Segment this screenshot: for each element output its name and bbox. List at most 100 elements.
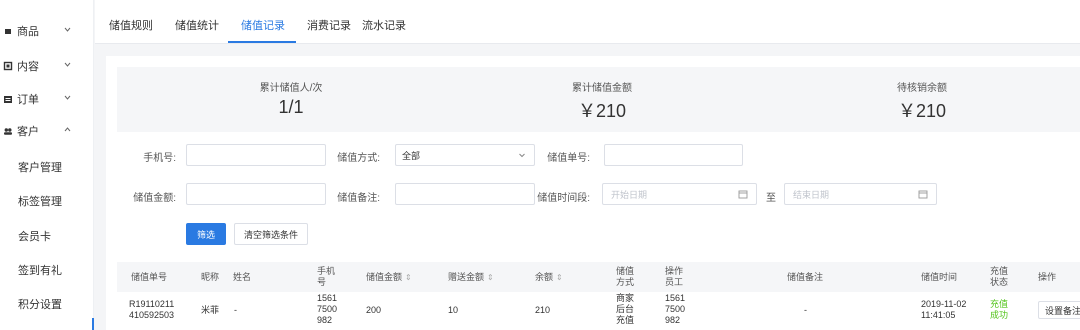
header-gift[interactable]: 赠送金额 ⇕ xyxy=(448,272,494,283)
sidebar-item-points-settings[interactable]: 积分设置 xyxy=(0,289,94,319)
sidebar-group-content[interactable]: 内容 xyxy=(0,56,94,76)
method-label: 储值方式: xyxy=(337,153,380,164)
cell-operator-line2: 7500 xyxy=(665,304,686,314)
order-no-input[interactable] xyxy=(604,144,743,166)
header-time: 储值时间 xyxy=(921,272,958,282)
chevron-down-icon xyxy=(63,25,72,34)
amount-label: 储值金额: xyxy=(133,193,176,204)
header-nickname: 昵称 xyxy=(201,272,220,282)
sidebar-group-label: 订单 xyxy=(17,94,39,106)
header-method: 储值 方式 xyxy=(616,266,634,288)
cell-method-line2: 后台 xyxy=(616,304,635,314)
calendar-icon xyxy=(738,189,748,199)
sort-icon[interactable]: ⇕ xyxy=(405,272,412,283)
stat-value: ￥210 xyxy=(897,101,947,121)
order-icon xyxy=(3,94,13,104)
sidebar-group-goods[interactable]: 商品 xyxy=(0,21,94,41)
header-operator-line1: 操作 xyxy=(665,266,684,276)
cell-method-line1: 商家 xyxy=(616,293,635,303)
status-badge: 充值 成功 xyxy=(990,299,1008,321)
chevron-up-icon xyxy=(63,125,72,134)
sidebar-active-indicator xyxy=(92,318,94,330)
cell-time-line1: 2019-11-02 xyxy=(921,299,967,309)
cell-amount: 200 xyxy=(366,305,382,315)
sidebar-group-label: 客户 xyxy=(17,126,39,138)
tab-recharge-rules[interactable]: 储值规则 xyxy=(109,17,153,33)
date-range-separator: 至 xyxy=(766,193,776,204)
header-phone-line2: 号 xyxy=(317,277,327,287)
phone-input[interactable] xyxy=(186,144,326,166)
sidebar-item-label: 客户管理 xyxy=(18,162,62,174)
cell-status-line1: 充值 xyxy=(990,299,1009,309)
cell-operator: 1561 7500 982 xyxy=(665,293,685,326)
header-amount[interactable]: 储值金额 ⇕ xyxy=(366,272,412,283)
tab-recharge-records[interactable]: 储值记录 xyxy=(241,17,285,33)
sidebar-item-label: 标签管理 xyxy=(18,196,62,208)
header-balance[interactable]: 余额 ⇕ xyxy=(535,272,563,283)
tab-recharge-stats[interactable]: 储值统计 xyxy=(175,17,219,33)
cell-phone-line1: 1561 xyxy=(317,293,338,303)
cell-phone-line2: 7500 xyxy=(317,304,338,314)
cell-method-line3: 充值 xyxy=(616,315,635,325)
cell-operator-line3: 982 xyxy=(665,315,681,325)
sidebar-item-label: 积分设置 xyxy=(18,299,62,311)
tab-bar: 储值规则 储值统计 储值记录 消费记录 流水记录 xyxy=(95,0,1080,44)
sidebar-item-customer-management[interactable]: 客户管理 xyxy=(0,152,94,182)
stat-label: 累计储值金额 xyxy=(572,83,632,94)
stat-value: ￥210 xyxy=(577,101,627,121)
header-method-line2: 方式 xyxy=(616,277,635,287)
header-status: 充值 状态 xyxy=(990,266,1008,288)
chevron-down-icon xyxy=(63,93,72,102)
cell-name: - xyxy=(234,305,237,315)
header-operator-line2: 员工 xyxy=(665,277,684,287)
sidebar: 商品 内容 订单 客户 客户管理 标签管理 会员卡 签到有礼 积分设置 xyxy=(0,0,94,330)
cell-status-line2: 成功 xyxy=(990,310,1009,320)
stat-label: 累计储值人/次 xyxy=(259,83,323,94)
chevron-down-icon xyxy=(63,60,72,69)
amount-input[interactable] xyxy=(186,183,326,205)
clear-filters-button[interactable]: 清空筛选条件 xyxy=(234,223,308,245)
sidebar-item-member-card[interactable]: 会员卡 xyxy=(0,221,94,251)
header-operator: 操作 员工 xyxy=(665,266,683,288)
sort-icon[interactable]: ⇕ xyxy=(487,272,494,283)
content-icon xyxy=(3,61,13,71)
cell-operator-line1: 1561 xyxy=(665,293,686,303)
cell-order-no-line1: R19110211 xyxy=(129,299,175,309)
time-range-label: 储值时间段: xyxy=(537,193,590,204)
tab-consumption-records[interactable]: 消费记录 xyxy=(307,17,351,33)
remark-input[interactable] xyxy=(395,183,535,205)
header-remark: 储值备注 xyxy=(787,272,824,282)
cell-nickname: 米菲 xyxy=(201,305,220,315)
sidebar-item-tag-management[interactable]: 标签管理 xyxy=(0,186,94,216)
sidebar-item-checkin-gift[interactable]: 签到有礼 xyxy=(0,255,94,285)
goods-icon xyxy=(3,26,13,36)
cell-gift: 10 xyxy=(448,305,459,315)
filter-button[interactable]: 筛选 xyxy=(186,223,226,245)
method-select[interactable]: 全部 xyxy=(395,144,535,166)
set-remark-button[interactable]: 设置备注 xyxy=(1038,301,1080,319)
sort-icon[interactable]: ⇕ xyxy=(556,272,563,283)
calendar-icon xyxy=(918,189,928,199)
method-selected-value: 全部 xyxy=(402,150,421,161)
sidebar-group-label: 内容 xyxy=(17,61,39,73)
end-date-picker[interactable]: 结束日期 xyxy=(784,183,937,205)
remark-label: 储值备注: xyxy=(337,193,380,204)
start-date-placeholder: 开始日期 xyxy=(611,189,648,200)
customer-icon xyxy=(3,126,13,136)
header-name: 姓名 xyxy=(233,272,252,282)
tab-flow-records[interactable]: 流水记录 xyxy=(362,17,406,33)
header-method-line1: 储值 xyxy=(616,266,635,276)
sidebar-group-label: 商品 xyxy=(17,26,39,38)
header-order-no: 储值单号 xyxy=(131,272,168,282)
cell-order-no-line2: 410592503 xyxy=(129,310,175,320)
stats-summary: 累计储值人/次 1/1 累计储值金额 ￥210 待核销余额 ￥210 xyxy=(117,67,1080,132)
header-phone: 手机 号 xyxy=(317,266,335,288)
tab-active-underline xyxy=(228,41,296,43)
cell-time-line2: 11:41:05 xyxy=(921,310,956,320)
header-status-line2: 状态 xyxy=(990,277,1009,287)
stat-label: 待核销余额 xyxy=(897,83,947,94)
sidebar-group-customer[interactable]: 客户 xyxy=(0,121,94,141)
sidebar-group-order[interactable]: 订单 xyxy=(0,89,94,109)
start-date-picker[interactable]: 开始日期 xyxy=(602,183,757,205)
app-root: 商品 内容 订单 客户 客户管理 标签管理 会员卡 签到有礼 积分设置 储值规则… xyxy=(0,0,1080,330)
